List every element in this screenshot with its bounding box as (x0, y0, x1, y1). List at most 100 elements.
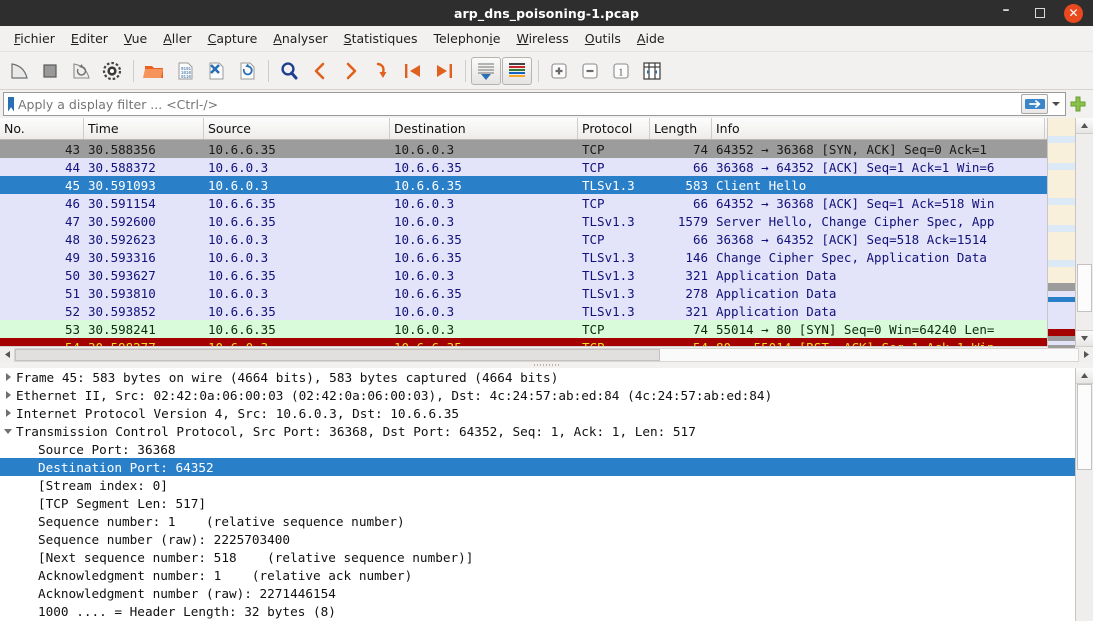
display-filter-field[interactable] (3, 92, 1066, 116)
detail-row[interactable]: Acknowledgment number: 1 (relative ack n… (0, 566, 1075, 584)
table-row[interactable]: 44 30.588372 10.6.0.3 10.6.6.35 TCP 66 36368 →… (0, 158, 1047, 176)
menu-item-statistiques[interactable]: Statistiques (336, 28, 426, 49)
packet-list-viewport[interactable]: No. Time Source Destination Protocol Length In… (0, 118, 1047, 346)
resize-columns-icon[interactable] (637, 56, 667, 86)
packet-list-rows[interactable]: 43 30.588356 10.6.6.35 10.6.0.3 TCP 74 64352 →… (0, 140, 1047, 346)
bookmark-icon[interactable] (4, 93, 18, 115)
detail-row[interactable]: Sequence number: 1 (relative sequence nu… (0, 512, 1075, 530)
table-row[interactable]: 49 30.593316 10.6.0.3 10.6.6.35 TLSv1.3 146 Ch… (0, 248, 1047, 266)
packet-list-vertical-scrollbar[interactable] (1075, 118, 1093, 346)
scroll-track[interactable] (1076, 134, 1093, 330)
scroll-thumb[interactable] (1077, 264, 1092, 312)
menu-item-wireless[interactable]: Wireless (508, 28, 576, 49)
packet-list[interactable]: No. Time Source Destination Protocol Length In… (0, 118, 1093, 372)
close-file-icon[interactable] (201, 56, 231, 86)
column-header-len[interactable]: Length (650, 118, 712, 139)
menu-item-outils[interactable]: Outils (577, 28, 629, 49)
cell-dst: 10.6.6.35 (394, 231, 462, 247)
column-header-time[interactable]: Time (84, 118, 204, 139)
detail-row[interactable]: 1000 .... = Header Length: 32 bytes (8) (0, 602, 1075, 620)
detail-row[interactable]: [TCP Segment Len: 517] (0, 494, 1075, 512)
open-file-icon[interactable] (139, 56, 169, 86)
detail-row[interactable]: [Stream index: 0] (0, 476, 1075, 494)
scroll-right-arrow-icon[interactable] (1079, 347, 1093, 363)
column-header-src[interactable]: Source (204, 118, 390, 139)
packet-details-tree[interactable]: Frame 45: 583 bytes on wire (4664 bits),… (0, 368, 1075, 621)
scroll-left-arrow-icon[interactable] (0, 347, 14, 363)
menu-item-aide[interactable]: Aide (629, 28, 673, 49)
column-header-dst[interactable]: Destination (390, 118, 578, 139)
zoom-in-icon[interactable] (544, 56, 574, 86)
menu-item-telephonie[interactable]: Telephonie (425, 28, 508, 49)
table-row[interactable]: 47 30.592600 10.6.6.35 10.6.0.3 TLSv1.3 1579 S… (0, 212, 1047, 230)
detail-row[interactable]: Acknowledgment number (raw): 2271446154 (0, 584, 1075, 602)
close-button[interactable]: ✕ (1064, 3, 1083, 23)
zoom-reset-icon[interactable]: 1 (606, 56, 636, 86)
h-scroll-track[interactable] (14, 347, 1079, 362)
add-filter-button-icon[interactable] (1066, 92, 1090, 116)
table-row[interactable]: 46 30.591154 10.6.6.35 10.6.0.3 TCP 66 64352 →… (0, 194, 1047, 212)
auto-scroll-icon[interactable] (471, 56, 501, 85)
zoom-out-icon[interactable] (575, 56, 605, 86)
menu-item-analyser[interactable]: Analyser (265, 28, 335, 49)
menu-item-editer[interactable]: Editer (63, 28, 116, 49)
menu-item-capture[interactable]: Capture (200, 28, 266, 49)
expand-triangle-icon[interactable] (0, 373, 16, 381)
go-to-packet-icon[interactable] (367, 56, 397, 86)
column-header-no[interactable]: No. (0, 118, 84, 139)
detail-row[interactable]: [Next sequence number: 518 (relative seq… (0, 548, 1075, 566)
find-packet-icon[interactable] (274, 56, 304, 86)
go-back-icon[interactable] (305, 56, 335, 86)
detail-row[interactable]: Internet Protocol Version 4, Src: 10.6.0… (0, 404, 1075, 422)
chevron-down-icon[interactable] (1049, 94, 1063, 114)
detail-row[interactable]: Frame 45: 583 bytes on wire (4664 bits),… (0, 368, 1075, 386)
capture-options-icon[interactable] (97, 56, 127, 86)
table-row[interactable]: 48 30.592623 10.6.0.3 10.6.6.35 TCP 66 36368 →… (0, 230, 1047, 248)
table-row[interactable]: 51 30.593810 10.6.0.3 10.6.6.35 TLSv1.3 278 Ap… (0, 284, 1047, 302)
apply-filter-arrow-icon[interactable] (1021, 94, 1048, 114)
table-row[interactable]: 52 30.593852 10.6.6.35 10.6.0.3 TLSv1.3 321 Ap… (0, 302, 1047, 320)
packet-list-header[interactable]: No. Time Source Destination Protocol Length In… (0, 118, 1047, 140)
start-capture-icon[interactable] (4, 56, 34, 86)
table-row[interactable]: 43 30.588356 10.6.6.35 10.6.0.3 TCP 74 64352 →… (0, 140, 1047, 158)
display-filter-input[interactable] (18, 96, 1065, 112)
menu-item-vue[interactable]: Vue (116, 28, 155, 49)
menu-item-aller[interactable]: Aller (155, 28, 199, 49)
maximize-button[interactable] (1030, 3, 1050, 23)
table-row[interactable]: 53 30.598241 10.6.6.35 10.6.0.3 TCP 74 55014 →… (0, 320, 1047, 338)
table-row[interactable]: 5430.59827710.6.0.310.6.6.35TCP5480 → 55… (0, 338, 1047, 346)
expand-triangle-icon[interactable] (0, 409, 16, 417)
go-last-packet-icon[interactable] (429, 56, 459, 86)
save-file-icon[interactable]: 0101 1010 0110 (170, 56, 200, 86)
details-scroll-up-arrow-icon[interactable] (1076, 368, 1093, 384)
go-first-packet-icon[interactable] (398, 56, 428, 86)
detail-row[interactable]: Transmission Control Protocol, Src Port:… (0, 422, 1075, 440)
scroll-up-arrow-icon[interactable] (1076, 118, 1093, 134)
column-header-info[interactable]: Info (712, 118, 1045, 139)
details-scroll-track[interactable] (1076, 384, 1093, 621)
cell-info: Application Data (716, 285, 837, 301)
detail-row-selected[interactable]: Destination Port: 64352 (0, 458, 1075, 476)
packet-details-pane[interactable]: Frame 45: 583 bytes on wire (4664 bits),… (0, 368, 1093, 621)
details-scroll-thumb[interactable] (1077, 384, 1092, 470)
minimize-button[interactable]: – (996, 3, 1016, 23)
table-row[interactable]: 45 30.591093 10.6.0.3 10.6.6.35 TLSv1.3 583 Cl… (0, 176, 1047, 194)
menu-item-fichier[interactable]: Fichier (6, 28, 63, 49)
collapse-triangle-icon[interactable] (0, 428, 16, 434)
go-forward-icon[interactable] (336, 56, 366, 86)
reload-file-icon[interactable] (232, 56, 262, 86)
detail-row[interactable]: Sequence number (raw): 2225703400 (0, 530, 1075, 548)
stop-capture-icon[interactable] (35, 56, 65, 86)
scroll-down-arrow-icon[interactable] (1076, 330, 1093, 346)
cell-time: 30.598241 (88, 321, 156, 337)
column-header-proto[interactable]: Protocol (578, 118, 650, 139)
detail-row[interactable]: Ethernet II, Src: 02:42:0a:06:00:03 (02:… (0, 386, 1075, 404)
expand-triangle-icon[interactable] (0, 391, 16, 399)
packet-list-horizontal-scrollbar[interactable] (0, 346, 1093, 362)
details-vertical-scrollbar[interactable] (1075, 368, 1093, 621)
colorize-packets-icon[interactable] (502, 56, 532, 85)
detail-row[interactable]: Source Port: 36368 (0, 440, 1075, 458)
table-row[interactable]: 50 30.593627 10.6.6.35 10.6.0.3 TLSv1.3 321 Ap… (0, 266, 1047, 284)
h-scroll-thumb[interactable] (15, 348, 660, 361)
restart-capture-icon[interactable] (66, 56, 96, 86)
